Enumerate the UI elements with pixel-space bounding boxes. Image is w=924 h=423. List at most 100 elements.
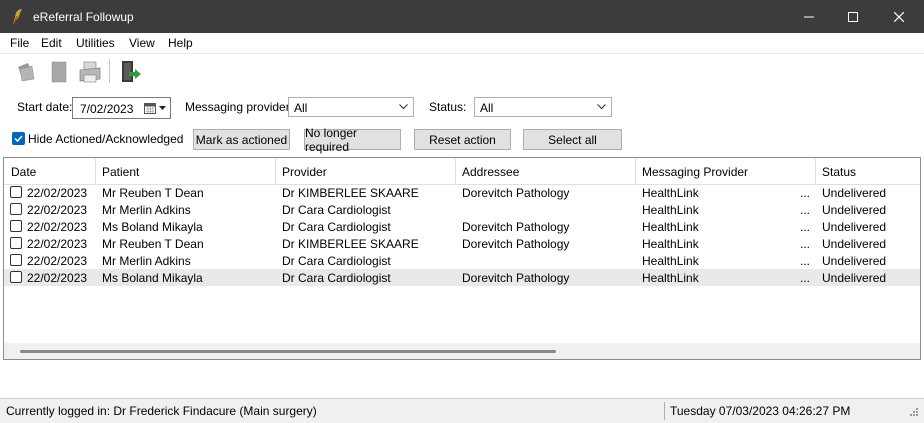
status-label: Status: [429,100,467,114]
start-date-value: 7/02/2023 [80,102,134,116]
status-select[interactable]: All [474,97,612,117]
chevron-down-icon [399,104,408,110]
chevron-down-icon [597,104,606,110]
resize-grip-icon[interactable] [907,407,919,419]
cell-provider: Dr Cara Cardiologist [282,254,391,268]
row-checkbox[interactable] [10,271,22,283]
cell-ellipsis-button[interactable]: ... [800,254,810,268]
start-date-label: Start date: [17,100,73,114]
column-separator[interactable] [455,158,456,184]
title-bar: eReferral Followup [0,0,924,33]
cell-status: Undelivered [822,237,887,251]
logged-in-status: Currently logged in: Dr Frederick Findac… [6,404,317,418]
status-separator [664,402,665,420]
row-checkbox[interactable] [10,203,22,215]
horizontal-scrollbar[interactable] [4,343,920,359]
cell-messaging-provider: HealthLink [642,220,699,234]
cell-provider: Dr Cara Cardiologist [282,203,391,217]
datetime-status: Tuesday 07/03/2023 04:26:27 PM [670,404,851,418]
table-row[interactable]: 22/02/2023 Mr Merlin Adkins Dr Cara Card… [4,201,920,218]
menu-edit[interactable]: Edit [41,36,62,50]
cell-addressee: Dorevitch Pathology [462,237,570,251]
cell-patient: Ms Boland Mikayla [102,220,203,234]
cell-patient: Ms Boland Mikayla [102,271,203,285]
column-header-messaging-provider[interactable]: Messaging Provider [642,165,748,179]
messaging-provider-label: Messaging provider: [185,100,294,114]
minimize-icon [804,16,814,17]
table-row[interactable]: 22/02/2023 Mr Merlin Adkins Dr Cara Card… [4,252,920,269]
status-value: All [480,101,494,115]
document-icon[interactable] [46,59,72,85]
no-longer-required-button[interactable]: No longer required [304,126,401,154]
column-header-patient[interactable]: Patient [102,165,139,179]
close-button[interactable] [876,0,922,33]
menu-bar: File Edit Utilities View Help [0,33,924,54]
referrals-grid[interactable]: Date Patient Provider Addressee Messagin… [3,157,921,360]
row-checkbox[interactable] [10,237,22,249]
cell-messaging-provider: HealthLink [642,254,699,268]
row-checkbox[interactable] [10,220,22,232]
grid-header: Date Patient Provider Addressee Messagin… [4,158,920,185]
start-date-picker[interactable]: 7/02/2023 [72,97,171,119]
cell-provider: Dr Cara Cardiologist [282,220,391,234]
column-header-provider[interactable]: Provider [282,165,327,179]
column-header-status[interactable]: Status [822,165,856,179]
cell-patient: Mr Reuben T Dean [102,237,204,251]
mark-as-actioned-button[interactable]: Mark as actioned [193,129,290,150]
column-separator[interactable] [635,158,636,184]
minimize-button[interactable] [786,0,832,33]
column-separator[interactable] [95,158,96,184]
calendar-icon[interactable] [144,102,156,114]
cell-ellipsis-button[interactable]: ... [800,186,810,200]
cell-provider: Dr KIMBERLEE SKAARE [282,237,419,251]
hide-actioned-checkbox[interactable] [12,132,25,145]
menu-file[interactable]: File [10,36,29,50]
column-header-addressee[interactable]: Addressee [462,165,519,179]
table-row-selected[interactable]: 22/02/2023 Ms Boland Mikayla Dr Cara Car… [4,269,920,286]
cell-ellipsis-button[interactable]: ... [800,271,810,285]
menu-view[interactable]: View [129,36,155,50]
cell-provider: Dr Cara Cardiologist [282,271,391,285]
app-quill-icon [13,9,22,25]
cell-status: Undelivered [822,220,887,234]
select-all-button[interactable]: Select all [523,129,622,150]
column-separator[interactable] [815,158,816,184]
cell-status: Undelivered [822,186,887,200]
row-checkbox[interactable] [10,186,22,198]
messaging-provider-value: All [294,101,308,115]
cell-date: 22/02/2023 [27,220,88,234]
close-icon [894,11,904,22]
messaging-provider-select[interactable]: All [288,97,414,117]
cell-date: 22/02/2023 [27,254,88,268]
column-separator[interactable] [275,158,276,184]
window-title: eReferral Followup [33,10,134,24]
row-checkbox[interactable] [10,254,22,266]
table-row[interactable]: 22/02/2023 Mr Reuben T Dean Dr KIMBERLEE… [4,235,920,252]
cell-patient: Mr Merlin Adkins [102,203,191,217]
toolbar [0,53,924,89]
cell-ellipsis-button[interactable]: ... [800,237,810,251]
reset-action-button[interactable]: Reset action [414,129,511,150]
printer-icon[interactable] [77,59,103,85]
menu-help[interactable]: Help [168,36,193,50]
cell-date: 22/02/2023 [27,237,88,251]
scrollbar-thumb[interactable] [20,350,556,353]
cell-status: Undelivered [822,254,887,268]
status-bar: Currently logged in: Dr Frederick Findac… [0,398,924,423]
cell-ellipsis-button[interactable]: ... [800,203,810,217]
cell-patient: Mr Merlin Adkins [102,254,191,268]
checkmark-icon [14,135,23,143]
exit-door-icon[interactable] [118,59,144,85]
maximize-button[interactable] [830,0,876,33]
cell-ellipsis-button[interactable]: ... [800,220,810,234]
table-row[interactable]: 22/02/2023 Ms Boland Mikayla Dr Cara Car… [4,218,920,235]
hide-actioned-label[interactable]: Hide Actioned/Acknowledged [28,132,183,146]
cell-status: Undelivered [822,271,887,285]
cell-addressee: Dorevitch Pathology [462,220,570,234]
cell-addressee: Dorevitch Pathology [462,186,570,200]
menu-utilities[interactable]: Utilities [76,36,115,50]
cell-messaging-provider: HealthLink [642,203,699,217]
table-row[interactable]: 22/02/2023 Mr Reuben T Dean Dr KIMBERLEE… [4,184,920,201]
column-header-date[interactable]: Date [11,165,36,179]
documents-icon[interactable] [14,59,40,85]
